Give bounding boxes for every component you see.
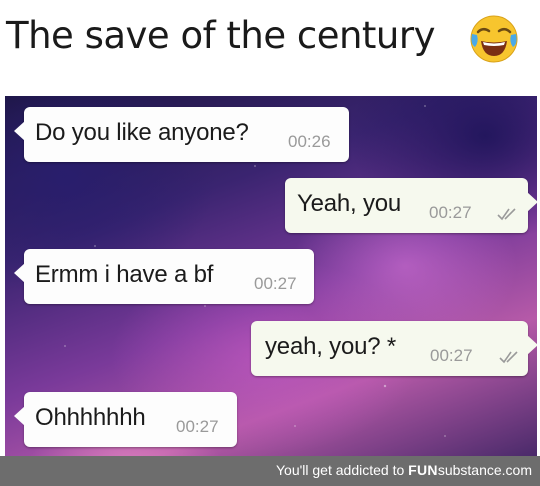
watermark-footer: You'll get addicted to FUNsubstance.com [0, 456, 540, 486]
meme-caption: The save of the century [0, 0, 540, 96]
message-time: 00:27 [254, 274, 297, 293]
message-text: Do you like anyone? [35, 119, 249, 146]
double-check-icon [499, 351, 518, 364]
message-bubble-incoming: Do you like anyone? 00:26 [14, 107, 349, 162]
message-bubble-outgoing: yeah, you? * 00:27 [251, 321, 537, 376]
watermark-prefix: You'll get addicted to [275, 462, 405, 478]
message-time: 00:27 [429, 203, 472, 222]
watermark-brand-domain: .com [501, 462, 532, 478]
watermark-text: You'll get addicted to FUNsubstance.com [276, 462, 532, 478]
double-check-icon [497, 208, 516, 221]
message-time: 00:27 [430, 346, 473, 365]
chat-screenshot: Do you like anyone? 00:26 Yeah, you 00:2… [5, 96, 537, 456]
watermark-brand-fun: FUN [408, 462, 438, 478]
message-text: Yeah, you [297, 190, 402, 217]
message-time: 00:26 [288, 132, 331, 151]
message-bubble-incoming: Ohhhhhhh 00:27 [14, 392, 237, 447]
message-text: Ermm i have a bf [35, 261, 214, 288]
message-bubble-incoming: Ermm i have a bf 00:27 [14, 249, 314, 304]
message-time: 00:27 [176, 417, 219, 436]
message-text: Ohhhhhhh [35, 404, 146, 431]
face-with-tears-of-joy-icon [470, 15, 518, 63]
caption-title: The save of the century [6, 14, 435, 57]
watermark-brand-rest: substance [437, 462, 502, 478]
message-bubble-outgoing: Yeah, you 00:27 [285, 178, 537, 233]
message-text: yeah, you? * [265, 333, 397, 360]
